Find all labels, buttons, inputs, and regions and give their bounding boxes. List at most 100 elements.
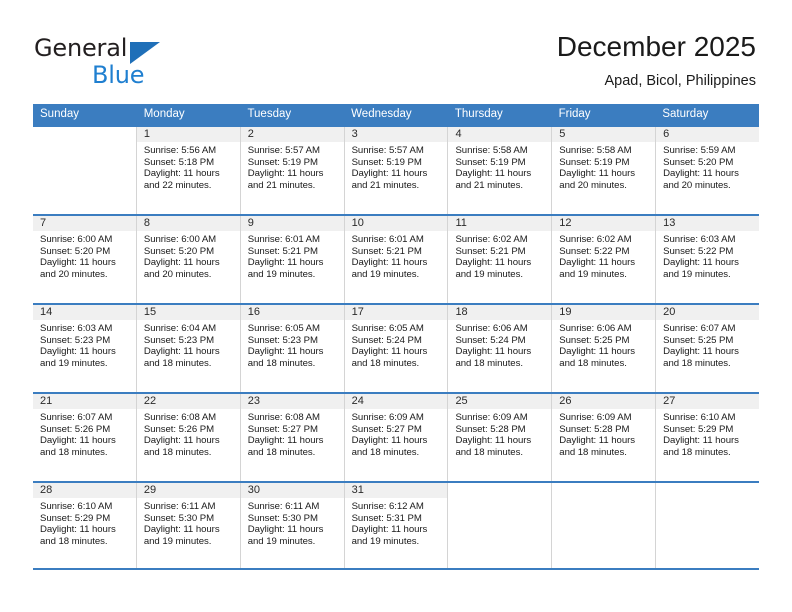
weekday-header-tuesday: Tuesday (247, 108, 292, 120)
day-number (656, 483, 759, 498)
day-number: 28 (33, 483, 136, 498)
sunrise-text: Sunrise: 6:01 AM (247, 234, 320, 245)
day-cell-27[interactable]: 27 Sunrise: 6:10 AM Sunset: 5:29 PM Dayligh… (656, 394, 760, 481)
daylight-text: Daylight: 11 hours and 20 minutes. (40, 257, 116, 281)
day-cell-18[interactable]: 18 Sunrise: 6:06 AM Sunset: 5:24 PM Dayligh… (448, 305, 553, 392)
sunset-text: Sunset: 5:25 PM (663, 334, 734, 346)
day-cell-24[interactable]: 24 Sunrise: 6:09 AM Sunset: 5:27 PM Dayligh… (344, 394, 449, 481)
day-cell-16[interactable]: 16 Sunrise: 6:05 AM Sunset: 5:23 PM Dayligh… (240, 305, 345, 392)
day-cell-21[interactable]: 21 Sunrise: 6:07 AM Sunset: 5:26 PM Dayligh… (33, 394, 137, 481)
daylight-text: Daylight: 11 hours and 19 minutes. (351, 524, 428, 548)
day-cell-30[interactable]: 30 Sunrise: 6:11 AM Sunset: 5:30 PM Dayligh… (240, 483, 345, 568)
day-cell-12[interactable]: 12 Sunrise: 6:02 AM Sunset: 5:22 PM Dayligh… (552, 216, 657, 303)
sunset-text: Sunset: 5:19 PM (247, 156, 318, 168)
daylight-text: Daylight: 11 hours and 18 minutes. (351, 435, 428, 459)
day-number: 21 (33, 394, 136, 409)
sunrise-text: Sunrise: 6:05 AM (351, 323, 424, 334)
day-cell-19[interactable]: 19 Sunrise: 6:06 AM Sunset: 5:25 PM Dayligh… (552, 305, 657, 392)
sunrise-text: Sunrise: 6:07 AM (663, 323, 736, 334)
sunrise-text: Sunrise: 6:08 AM (247, 412, 320, 423)
sunset-text: Sunset: 5:19 PM (455, 156, 526, 168)
day-cell-23[interactable]: 23 Sunrise: 6:08 AM Sunset: 5:27 PM Dayligh… (240, 394, 345, 481)
sunrise-text: Sunrise: 5:59 AM (663, 145, 736, 156)
day-cell-28[interactable]: 28 Sunrise: 6:10 AM Sunset: 5:29 PM Dayligh… (33, 483, 137, 568)
day-cell-10[interactable]: 10 Sunrise: 6:01 AM Sunset: 5:21 PM Dayligh… (344, 216, 449, 303)
day-cell-29[interactable]: 29 Sunrise: 6:11 AM Sunset: 5:30 PM Dayligh… (136, 483, 241, 568)
general-blue-logo[interactable]: General Blue (34, 34, 214, 92)
sunrise-text: Sunrise: 6:02 AM (559, 234, 632, 245)
daylight-text: Daylight: 11 hours and 19 minutes. (455, 257, 532, 281)
daylight-text: Daylight: 11 hours and 20 minutes. (143, 257, 220, 281)
calendar-grid: Sunday Monday Tuesday Wednesday Thursday Frid… (33, 104, 760, 570)
day-sun-info: Sunrise: 6:05 AM Sunset: 5:23 PM Daylight:… (241, 320, 344, 370)
day-cell-empty (656, 483, 759, 568)
day-number: 30 (240, 483, 344, 498)
sunset-text: Sunset: 5:29 PM (40, 512, 111, 524)
day-sun-info: Sunrise: 5:58 AM Sunset: 5:19 PM Daylight:… (448, 142, 551, 192)
day-number: 10 (344, 216, 448, 231)
day-cell-6[interactable]: 6 Sunrise: 5:59 AM Sunset: 5:20 PM Daylight… (656, 127, 760, 214)
day-cell-22[interactable]: 22 Sunrise: 6:08 AM Sunset: 5:26 PM Dayligh… (136, 394, 241, 481)
day-cell-5[interactable]: 5 Sunrise: 5:58 AM Sunset: 5:19 PM Daylight… (552, 127, 657, 214)
sunset-text: Sunset: 5:20 PM (40, 245, 111, 257)
day-cell-7[interactable]: 7 Sunrise: 6:00 AM Sunset: 5:20 PM Daylight… (33, 216, 137, 303)
day-number: 15 (136, 305, 240, 320)
sunset-text: Sunset: 5:21 PM (247, 245, 318, 257)
weekday-header-friday: Friday (558, 108, 591, 120)
day-cell-25[interactable]: 25 Sunrise: 6:09 AM Sunset: 5:28 PM Dayligh… (448, 394, 553, 481)
sunrise-text: Sunrise: 5:58 AM (455, 145, 528, 156)
day-number: 3 (344, 127, 448, 142)
daylight-text: Daylight: 11 hours and 18 minutes. (455, 435, 532, 459)
day-cell-15[interactable]: 15 Sunrise: 6:04 AM Sunset: 5:23 PM Dayligh… (136, 305, 241, 392)
day-cell-3[interactable]: 3 Sunrise: 5:57 AM Sunset: 5:19 PM Daylight… (344, 127, 449, 214)
sunset-text: Sunset: 5:21 PM (455, 245, 526, 257)
day-sun-info: Sunrise: 6:10 AM Sunset: 5:29 PM Daylight:… (656, 409, 759, 459)
sunset-text: Sunset: 5:26 PM (40, 423, 111, 435)
daylight-text: Daylight: 11 hours and 18 minutes. (247, 346, 324, 370)
day-cell-31[interactable]: 31 Sunrise: 6:12 AM Sunset: 5:31 PM Dayligh… (344, 483, 449, 568)
day-sun-info: Sunrise: 6:00 AM Sunset: 5:20 PM Daylight:… (137, 231, 240, 281)
day-sun-info: Sunrise: 5:57 AM Sunset: 5:19 PM Daylight:… (345, 142, 448, 192)
day-number: 26 (552, 394, 656, 409)
day-cell-9[interactable]: 9 Sunrise: 6:01 AM Sunset: 5:21 PM Daylight… (240, 216, 345, 303)
day-sun-info: Sunrise: 6:02 AM Sunset: 5:21 PM Daylight:… (448, 231, 551, 281)
day-sun-info: Sunrise: 5:58 AM Sunset: 5:19 PM Daylight:… (552, 142, 655, 192)
weekday-header-sunday: Sunday (40, 108, 80, 120)
day-cell-11[interactable]: 11 Sunrise: 6:02 AM Sunset: 5:21 PM Dayligh… (448, 216, 553, 303)
day-sun-info: Sunrise: 6:01 AM Sunset: 5:21 PM Daylight:… (345, 231, 448, 281)
day-cell-26[interactable]: 26 Sunrise: 6:09 AM Sunset: 5:28 PM Dayligh… (552, 394, 657, 481)
day-number: 11 (448, 216, 552, 231)
day-cell-2[interactable]: 2 Sunrise: 5:57 AM Sunset: 5:19 PM Daylight… (240, 127, 345, 214)
sunset-text: Sunset: 5:30 PM (143, 512, 215, 524)
weekday-header-saturday: Saturday (662, 108, 709, 120)
day-cell-8[interactable]: 8 Sunrise: 6:00 AM Sunset: 5:20 PM Daylight… (136, 216, 241, 303)
day-sun-info: Sunrise: 6:04 AM Sunset: 5:23 PM Daylight:… (137, 320, 240, 370)
sunrise-text: Sunrise: 6:02 AM (455, 234, 528, 245)
day-cell-4[interactable]: 4 Sunrise: 5:58 AM Sunset: 5:19 PM Daylight… (448, 127, 553, 214)
day-number: 14 (33, 305, 136, 320)
sunset-text: Sunset: 5:21 PM (351, 245, 422, 257)
day-number: 16 (240, 305, 344, 320)
sunrise-text: Sunrise: 6:09 AM (559, 412, 632, 423)
day-cell-13[interactable]: 13 Sunrise: 6:03 AM Sunset: 5:22 PM Dayligh… (656, 216, 760, 303)
weekday-header-wednesday: Wednesday (351, 108, 412, 120)
daylight-text: Daylight: 11 hours and 21 minutes. (351, 168, 428, 192)
day-number: 23 (240, 394, 344, 409)
sunrise-text: Sunrise: 5:56 AM (143, 145, 217, 156)
day-cell-1[interactable]: 1 Sunrise: 5:56 AM Sunset: 5:18 PM Daylight… (136, 127, 241, 214)
sunrise-text: Sunrise: 5:57 AM (247, 145, 320, 156)
day-cell-17[interactable]: 17 Sunrise: 6:05 AM Sunset: 5:24 PM Dayligh… (344, 305, 449, 392)
sunrise-text: Sunrise: 6:03 AM (40, 323, 113, 334)
sunrise-text: Sunrise: 6:05 AM (247, 323, 320, 334)
page-header: General Blue December 2025 Apad, Bicol, … (0, 0, 792, 104)
daylight-text: Daylight: 11 hours and 19 minutes. (351, 257, 428, 281)
day-sun-info: Sunrise: 6:11 AM Sunset: 5:30 PM Daylight:… (137, 498, 240, 548)
daylight-text: Daylight: 11 hours and 18 minutes. (559, 435, 636, 459)
day-cell-20[interactable]: 20 Sunrise: 6:07 AM Sunset: 5:25 PM Dayligh… (656, 305, 760, 392)
page-title: December 2025 (556, 31, 756, 62)
calendar-weeks: 1 Sunrise: 5:56 AM Sunset: 5:18 PM Daylight… (33, 125, 760, 570)
day-cell-14[interactable]: 14 Sunrise: 6:03 AM Sunset: 5:23 PM Dayligh… (33, 305, 137, 392)
sunset-text: Sunset: 5:22 PM (663, 245, 734, 257)
day-number: 4 (448, 127, 552, 142)
day-sun-info: Sunrise: 6:08 AM Sunset: 5:26 PM Daylight:… (137, 409, 240, 459)
